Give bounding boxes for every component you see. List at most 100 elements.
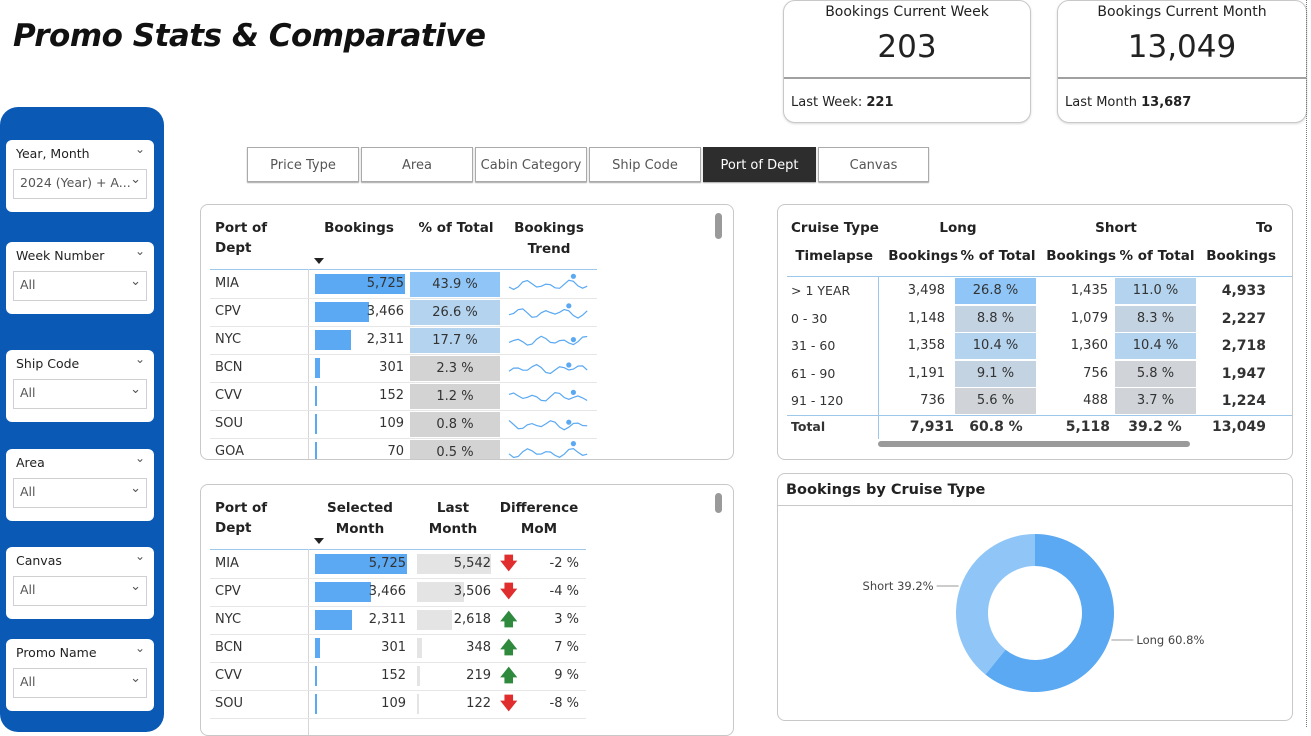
- matrix-row[interactable]: 31 - 60 1,358 10.4 % 1,360 10.4 % 2,718: [778, 333, 1292, 360]
- slicer-ship-code[interactable]: Ship Code ⌄ All ⌄: [6, 350, 154, 422]
- sparkline-peak-dot: [570, 337, 576, 343]
- short-bookings: 1,360: [1070, 338, 1108, 354]
- table-row[interactable]: CVV 152 219 🡅 9 %: [201, 663, 733, 691]
- tab-area[interactable]: Area: [361, 147, 473, 182]
- table-row[interactable]: CVV 152 1.2 %: [201, 383, 733, 411]
- chevron-down-icon[interactable]: ⌄: [130, 671, 141, 686]
- slicer-dropdown[interactable]: All ⌄: [13, 379, 147, 409]
- tab-canvas[interactable]: Canvas: [818, 147, 929, 182]
- selected-month-value: 109: [381, 696, 406, 711]
- port-code: BCN: [215, 360, 243, 375]
- slicer-dropdown[interactable]: All ⌄: [13, 271, 147, 301]
- sparkline-peak-dot: [570, 273, 576, 279]
- slicer-value: All: [20, 277, 36, 292]
- col-header-trend-1[interactable]: Bookings: [504, 218, 594, 238]
- slicer-dropdown[interactable]: All ⌄: [13, 668, 147, 698]
- tab-cabin-category[interactable]: Cabin Category: [475, 147, 587, 182]
- short-bookings: 1,079: [1070, 310, 1108, 326]
- long-bookings: 3,498: [907, 283, 945, 298]
- sort-desc-icon[interactable]: [314, 538, 324, 544]
- slicer-area[interactable]: Area ⌄ All ⌄: [6, 449, 154, 521]
- donut-chart[interactable]: Long 60.8% Short 39.2%: [778, 506, 1292, 720]
- table-row[interactable]: NYC 2,311 2,618 🡅 3 %: [201, 607, 733, 635]
- slicer-canvas[interactable]: Canvas ⌄ All ⌄: [6, 547, 154, 619]
- long-pct-cell: 10.4 %: [955, 333, 1036, 360]
- table-row[interactable]: BCN 301 348 🡅 7 %: [201, 635, 733, 663]
- port-code: MIA: [215, 276, 239, 291]
- sparkline-path: [508, 363, 588, 375]
- slicer-year-month[interactable]: Year, Month ⌄ 2024 (Year) + A... ⌄: [6, 140, 154, 212]
- timelapse-label: 61 - 90: [791, 365, 836, 381]
- mom-difference: -4 %: [549, 584, 579, 599]
- total-long-pct: 60.8 %: [969, 419, 1023, 435]
- table-row[interactable]: SOU 109 0.8 %: [201, 411, 733, 439]
- table-row[interactable]: MIA 5,725 43.9 %: [201, 271, 733, 299]
- col-header-last-2[interactable]: Month: [413, 519, 493, 539]
- table-row[interactable]: BCN 301 2.3 %: [201, 355, 733, 383]
- col-header-diff-2[interactable]: MoM: [494, 519, 584, 539]
- port-code: CPV: [215, 304, 241, 319]
- vertical-scrollbar[interactable]: [715, 213, 722, 239]
- row-divider: [210, 718, 586, 719]
- matrix-header-total[interactable]: To: [1256, 218, 1292, 238]
- matrix-header-short-pct[interactable]: % of Total: [1115, 246, 1199, 266]
- total-bookings: 2,718: [1221, 338, 1266, 355]
- col-header-trend-2[interactable]: Trend: [504, 239, 594, 259]
- vertical-scrollbar[interactable]: [715, 493, 722, 513]
- matrix-row[interactable]: 61 - 90 1,191 9.1 % 756 5.8 % 1,947: [778, 360, 1292, 388]
- chevron-down-icon[interactable]: ⌄: [130, 172, 141, 187]
- chevron-down-icon[interactable]: ⌄: [135, 142, 145, 156]
- col-header-port[interactable]: Port of Dept: [215, 218, 305, 258]
- table-row[interactable]: CPV 3,466 26.6 %: [201, 299, 733, 327]
- kpi-week-label: Bookings Current Week: [825, 4, 989, 20]
- table-row[interactable]: CPV 3,466 3,506 🡇 -4 %: [201, 579, 733, 607]
- col-header-last-1[interactable]: Last: [413, 498, 493, 518]
- slicer-week-number[interactable]: Week Number ⌄ All ⌄: [6, 242, 154, 314]
- matrix-header-cruise-type[interactable]: Cruise Type: [791, 218, 891, 238]
- chevron-down-icon[interactable]: ⌄: [135, 244, 145, 258]
- horizontal-scrollbar[interactable]: [878, 441, 1190, 447]
- matrix-header-long-bookings[interactable]: Bookings: [878, 246, 958, 266]
- chevron-down-icon[interactable]: ⌄: [130, 579, 141, 594]
- matrix-header-timelapse[interactable]: Timelapse: [791, 246, 873, 266]
- col-header-diff-1[interactable]: Difference: [494, 498, 584, 518]
- slicer-promo-name[interactable]: Promo Name ⌄ All ⌄: [6, 639, 154, 711]
- kpi-month-divider: [1058, 77, 1306, 79]
- chevron-down-icon[interactable]: ⌄: [130, 274, 141, 289]
- col-header-port[interactable]: Port of Dept: [215, 498, 305, 538]
- slicer-dropdown[interactable]: All ⌄: [13, 576, 147, 606]
- donut-slice[interactable]: [956, 534, 1035, 675]
- table-row[interactable]: GOA 70 0.5 %: [201, 439, 733, 459]
- tab-ship-code[interactable]: Ship Code: [589, 147, 701, 182]
- slicer-label: Canvas: [16, 553, 62, 568]
- page-title: Promo Stats & Comparative: [13, 18, 486, 54]
- col-header-bookings[interactable]: Bookings: [319, 218, 399, 238]
- chevron-down-icon[interactable]: ⌄: [135, 451, 145, 465]
- col-header-selected-2[interactable]: Month: [315, 519, 405, 539]
- chevron-down-icon[interactable]: ⌄: [130, 481, 141, 496]
- slicer-dropdown[interactable]: All ⌄: [13, 478, 147, 508]
- matrix-row[interactable]: 0 - 30 1,148 8.8 % 1,079 8.3 % 2,227: [778, 305, 1292, 333]
- col-header-pct-total[interactable]: % of Total: [411, 218, 501, 238]
- chevron-down-icon[interactable]: ⌄: [135, 549, 145, 563]
- slicer-dropdown[interactable]: 2024 (Year) + A... ⌄: [13, 169, 147, 199]
- tab-price-type[interactable]: Price Type: [247, 147, 359, 182]
- col-header-selected-1[interactable]: Selected: [315, 498, 405, 518]
- matrix-header-short[interactable]: Short: [1066, 218, 1166, 238]
- table-row[interactable]: MIA 5,725 5,542 🡇 -2 %: [201, 551, 733, 579]
- sort-desc-icon[interactable]: [314, 258, 324, 264]
- chevron-down-icon[interactable]: ⌄: [135, 352, 145, 366]
- matrix-header-long[interactable]: Long: [908, 218, 1008, 238]
- matrix-header-long-pct[interactable]: % of Total: [956, 246, 1040, 266]
- tab-port-of-dept[interactable]: Port of Dept: [703, 147, 816, 182]
- short-pct-cell: 10.4 %: [1115, 333, 1196, 360]
- table-row[interactable]: NYC 2,311 17.7 %: [201, 327, 733, 355]
- timelapse-label: 31 - 60: [791, 338, 836, 354]
- chevron-down-icon[interactable]: ⌄: [135, 641, 145, 655]
- matrix-header-total-bookings[interactable]: Bookings: [1196, 246, 1276, 266]
- chevron-down-icon[interactable]: ⌄: [130, 382, 141, 397]
- matrix-row[interactable]: 91 - 120 736 5.6 % 488 3.7 % 1,224: [778, 388, 1292, 415]
- matrix-header-short-bookings[interactable]: Bookings: [1036, 246, 1116, 266]
- table-row[interactable]: SOU 109 122 🡇 -8 %: [201, 691, 733, 719]
- matrix-row[interactable]: > 1 YEAR 3,498 26.8 % 1,435 11.0 % 4,933: [778, 278, 1292, 305]
